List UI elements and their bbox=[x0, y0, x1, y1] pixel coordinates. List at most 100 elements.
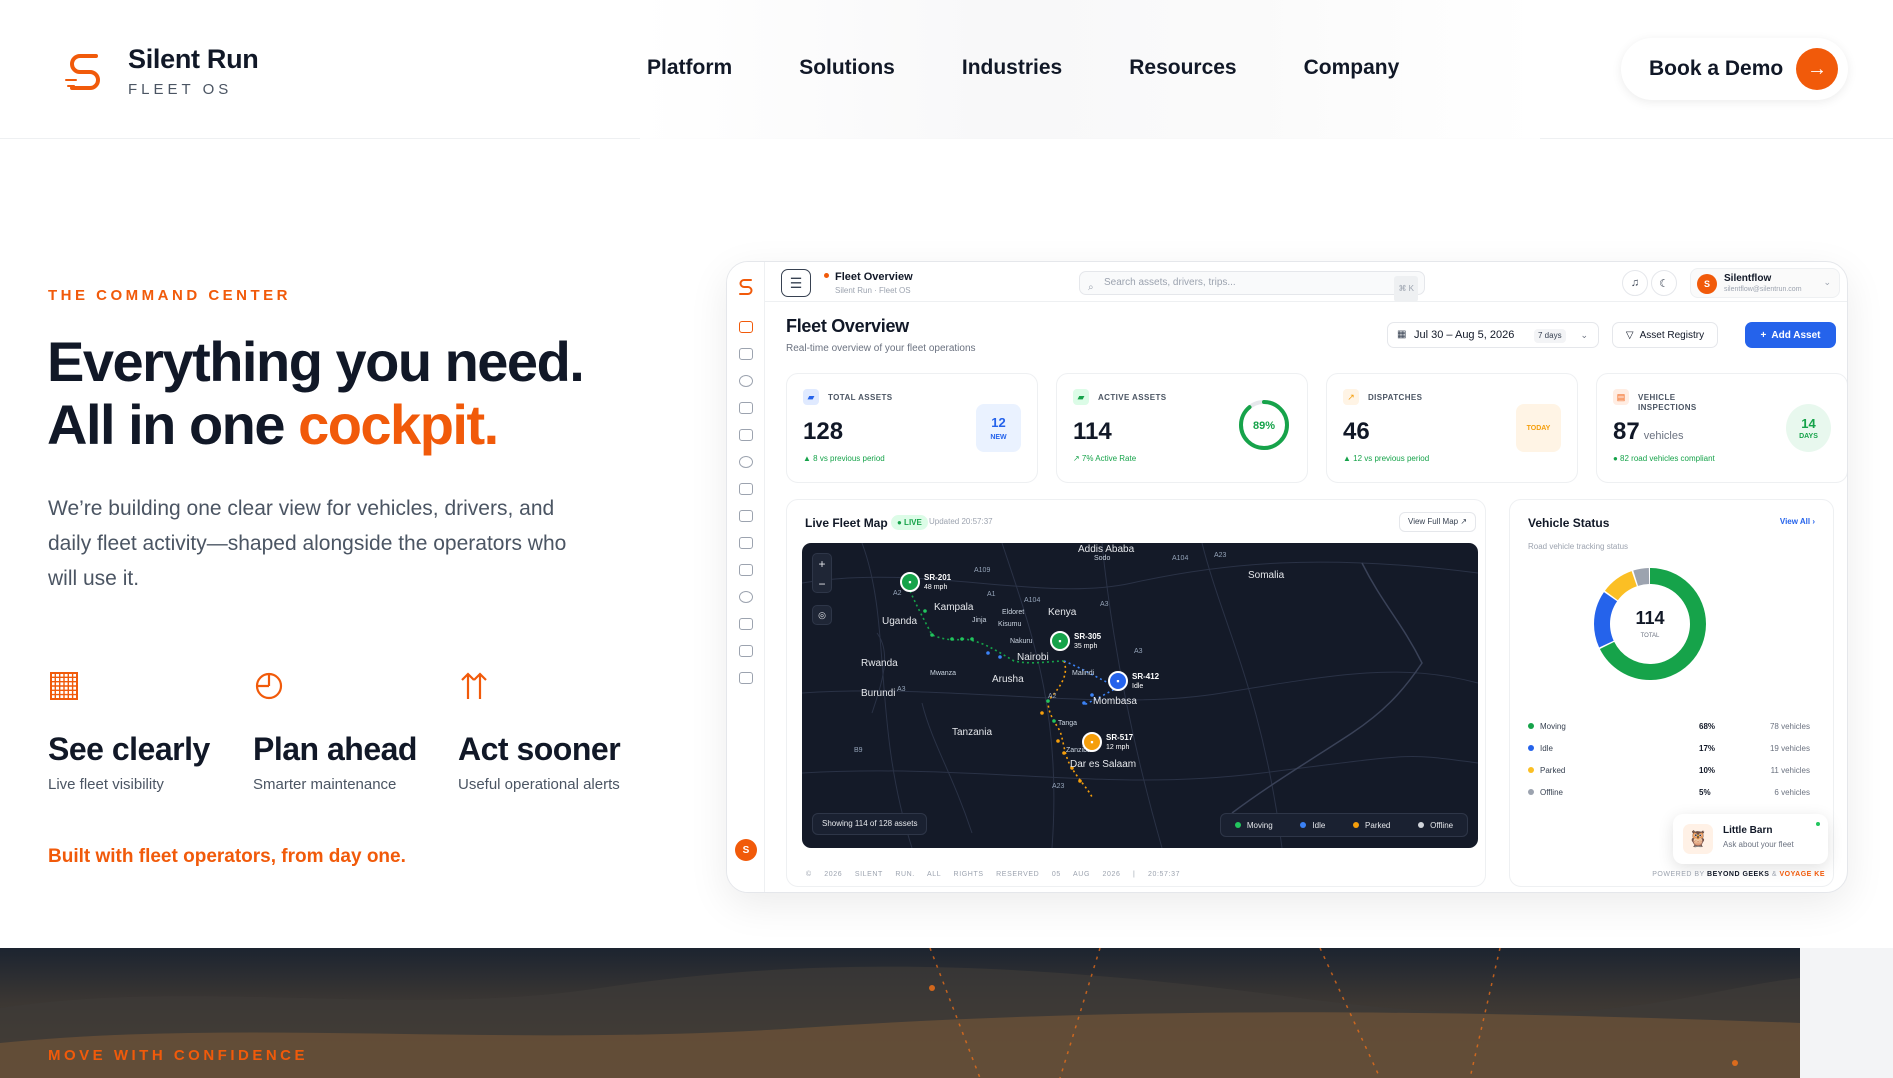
moon-icon[interactable]: ☾ bbox=[1651, 270, 1677, 296]
map-legend: Moving Idle Parked Offline bbox=[1220, 813, 1468, 837]
nav-resources[interactable]: Resources bbox=[1129, 56, 1236, 80]
map-canvas[interactable]: + − ◎ Addis Ababa Somalia Kampala Uganda… bbox=[802, 543, 1478, 848]
assistant-widget[interactable]: 🦉 Little Barn Ask about your fleet bbox=[1673, 814, 1828, 864]
zoom-in-button[interactable]: + bbox=[813, 554, 831, 574]
vehicle-marker-sr-412[interactable]: ▪ SR-412 Idle bbox=[1108, 671, 1159, 691]
road-label: A3 bbox=[1100, 601, 1109, 608]
chevron-down-icon: ⌄ bbox=[1580, 330, 1588, 340]
kpi-total-assets[interactable]: ▰ TOTAL ASSETS 128 ▲ 8 vs previous perio… bbox=[786, 373, 1038, 483]
view-all-link[interactable]: View All › bbox=[1780, 517, 1815, 526]
vehicle-speed: 12 mph bbox=[1106, 743, 1130, 751]
breadcrumb-title: Fleet Overview bbox=[824, 271, 913, 283]
grid-icon bbox=[50, 672, 78, 700]
nav-platform[interactable]: Platform bbox=[647, 56, 732, 80]
date-days-badge: 7 days bbox=[1534, 329, 1566, 343]
globe-icon[interactable] bbox=[739, 375, 753, 387]
zoom-out-button[interactable]: − bbox=[813, 574, 831, 594]
history-icon[interactable] bbox=[739, 591, 753, 603]
alert-icon[interactable] bbox=[739, 537, 753, 549]
assistant-name: Little Barn bbox=[1723, 825, 1773, 836]
chevron-down-icon: ⌄ bbox=[1823, 277, 1831, 287]
vehicle-marker-sr-517[interactable]: ▪ SR-517 12 mph bbox=[1082, 732, 1133, 752]
vehicle-speed: Idle bbox=[1132, 682, 1144, 690]
badge-value: 12 bbox=[991, 415, 1006, 430]
dashboard-topbar: ☰ Fleet Overview Silent Run · Fleet OS ⌕… bbox=[765, 262, 1847, 302]
vehicle-marker-sr-305[interactable]: ▪ SR-305 35 mph bbox=[1050, 631, 1101, 651]
user-email: silentflow@silentrun.com bbox=[1724, 286, 1802, 293]
place-label: Mombasa bbox=[1093, 696, 1137, 707]
kpi-vehicle-inspections[interactable]: ▤ VEHICLE INSPECTIONS 87 vehicles ● 82 ro… bbox=[1596, 373, 1847, 483]
calendar-icon: ▦ bbox=[1397, 329, 1407, 340]
brand-name: Silent Run bbox=[128, 44, 259, 74]
legend-offline: Offline bbox=[1418, 821, 1453, 830]
menu-icon[interactable]: ☰ bbox=[781, 269, 811, 297]
assistant-subtitle: Ask about your fleet bbox=[1723, 840, 1794, 849]
team-icon[interactable] bbox=[739, 672, 753, 684]
clipboard-icon: ▤ bbox=[1613, 389, 1629, 405]
dashboard-icon[interactable] bbox=[739, 321, 753, 333]
nav-company[interactable]: Company bbox=[1304, 56, 1400, 80]
page-title: Fleet Overview bbox=[786, 316, 909, 336]
locate-icon[interactable]: ◎ bbox=[812, 605, 832, 625]
main-nav: Platform Solutions Industries Resources … bbox=[647, 56, 1399, 80]
place-label: Eldoret bbox=[1002, 609, 1025, 616]
kpi-value: 46 bbox=[1343, 418, 1370, 445]
brand-logo[interactable]: Silent Run FLEET OS bbox=[60, 44, 259, 98]
book-icon[interactable] bbox=[739, 618, 753, 630]
bolt-icon[interactable] bbox=[739, 402, 753, 414]
lock-icon[interactable] bbox=[739, 564, 753, 576]
road-label: A23 bbox=[1052, 783, 1065, 790]
nav-solutions[interactable]: Solutions bbox=[799, 56, 895, 80]
asset-registry-button[interactable]: ▽ Asset Registry bbox=[1612, 322, 1718, 348]
chart-icon[interactable] bbox=[739, 510, 753, 522]
user-menu[interactable]: S Silentflow silentflow@silentrun.com ⌄ bbox=[1690, 268, 1840, 298]
legend-parked: Parked bbox=[1353, 821, 1390, 830]
showing-count: Showing 114 of 128 assets bbox=[812, 813, 928, 835]
vehicle-icon: ▪ bbox=[900, 572, 920, 592]
place-label: Dar es Salaam bbox=[1070, 759, 1137, 770]
owl-icon: 🦉 bbox=[1683, 824, 1713, 854]
status-name: Parked bbox=[1528, 766, 1565, 775]
vehicle-label: SR-201 48 mph bbox=[924, 573, 951, 592]
book-demo-button[interactable]: Book a Demo → bbox=[1621, 38, 1848, 100]
car-icon: ▰ bbox=[1073, 389, 1089, 405]
nav-industries[interactable]: Industries bbox=[962, 56, 1062, 80]
kpi-value: 114 bbox=[1073, 418, 1112, 445]
place-label: Nakuru bbox=[1010, 638, 1033, 645]
search-input[interactable]: ⌕ Search assets, drivers, trips... ⌘ K bbox=[1079, 271, 1425, 302]
kpi-note: ▲ 8 vs previous period bbox=[803, 454, 885, 463]
bell-icon[interactable]: ♫ bbox=[1622, 270, 1648, 296]
map-title: Live Fleet Map bbox=[805, 516, 888, 530]
vehicle-id: SR-517 bbox=[1106, 732, 1134, 742]
avatar[interactable]: S bbox=[735, 839, 757, 861]
users-icon[interactable] bbox=[739, 483, 753, 495]
search-icon: ⌕ bbox=[1088, 282, 1094, 293]
settings-icon[interactable] bbox=[739, 456, 753, 468]
kpi-badge: 14 DAYS bbox=[1786, 404, 1831, 452]
vehicle-speed: 35 mph bbox=[1074, 642, 1098, 650]
tag-icon[interactable] bbox=[739, 645, 753, 657]
place-label: Tanzania bbox=[952, 727, 993, 738]
place-label: Rwanda bbox=[861, 658, 898, 669]
view-full-map-button[interactable]: View Full Map ↗ bbox=[1399, 512, 1477, 532]
status-name: Idle bbox=[1528, 744, 1553, 753]
vehicle-marker-sr-201[interactable]: ▪ SR-201 48 mph bbox=[900, 572, 951, 592]
donut-total-label: TOTAL bbox=[1641, 633, 1660, 639]
status-pct: 68% bbox=[1699, 722, 1716, 731]
place-label: Burundi bbox=[861, 688, 896, 699]
feature-title: Act sooner bbox=[458, 731, 621, 767]
kpi-badge: 12 NEW bbox=[976, 404, 1021, 452]
kpi-dispatches[interactable]: ↗ DISPATCHES 46 ▲ 12 vs previous period … bbox=[1326, 373, 1578, 483]
band-side-panel bbox=[1800, 948, 1893, 1078]
add-asset-button[interactable]: + Add Asset bbox=[1745, 322, 1836, 348]
transfer-icon[interactable] bbox=[739, 429, 753, 441]
place-label: Arusha bbox=[992, 674, 1024, 685]
vehicle-icon: ▪ bbox=[1082, 732, 1102, 752]
status-pct: 10% bbox=[1699, 766, 1716, 775]
date-range-picker[interactable]: ▦ Jul 30 – Aug 5, 2026 7 days ⌄ bbox=[1387, 322, 1599, 348]
kpi-active-assets[interactable]: ▰ ACTIVE ASSETS 114 ↗ 7% Active Rate 89% bbox=[1056, 373, 1308, 483]
place-label: Somalia bbox=[1248, 570, 1285, 581]
avatar: S bbox=[1697, 274, 1717, 294]
clipboard-icon[interactable] bbox=[739, 348, 753, 360]
badge-label: NEW bbox=[990, 434, 1007, 441]
